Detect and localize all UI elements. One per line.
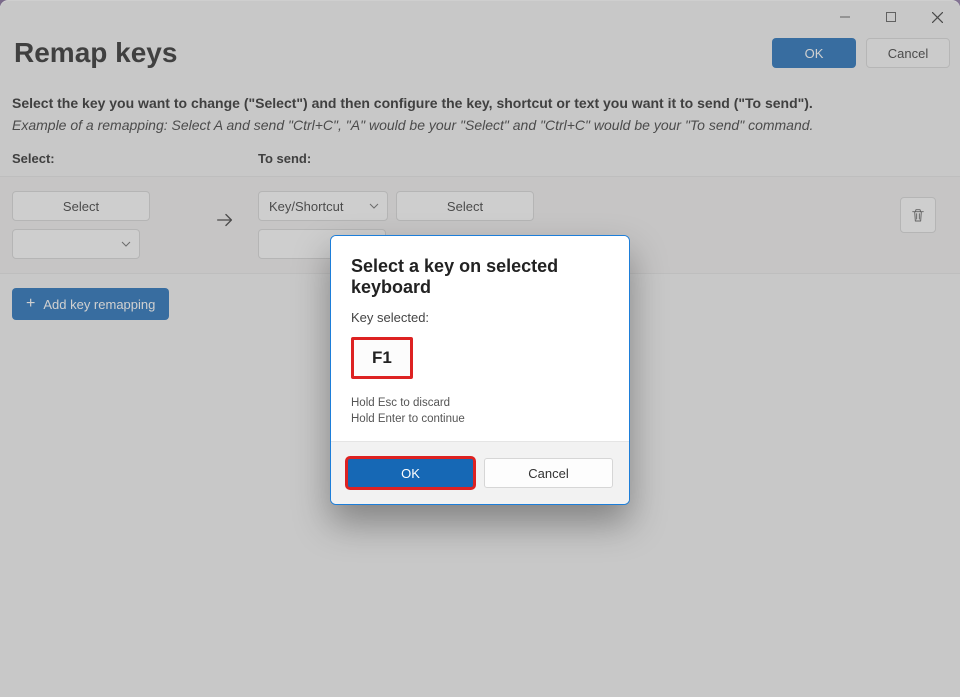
- dialog-ok-button[interactable]: OK: [347, 458, 474, 488]
- dialog-key-label: Key selected:: [351, 310, 609, 325]
- dialog-title: Select a key on selected keyboard: [351, 256, 609, 298]
- selected-key-display: F1: [351, 337, 413, 379]
- dialog-cancel-button[interactable]: Cancel: [484, 458, 613, 488]
- dialog-hint-continue: Hold Enter to continue: [351, 411, 609, 427]
- dialog-hint-discard: Hold Esc to discard: [351, 395, 609, 411]
- select-key-dialog: Select a key on selected keyboard Key se…: [330, 235, 630, 505]
